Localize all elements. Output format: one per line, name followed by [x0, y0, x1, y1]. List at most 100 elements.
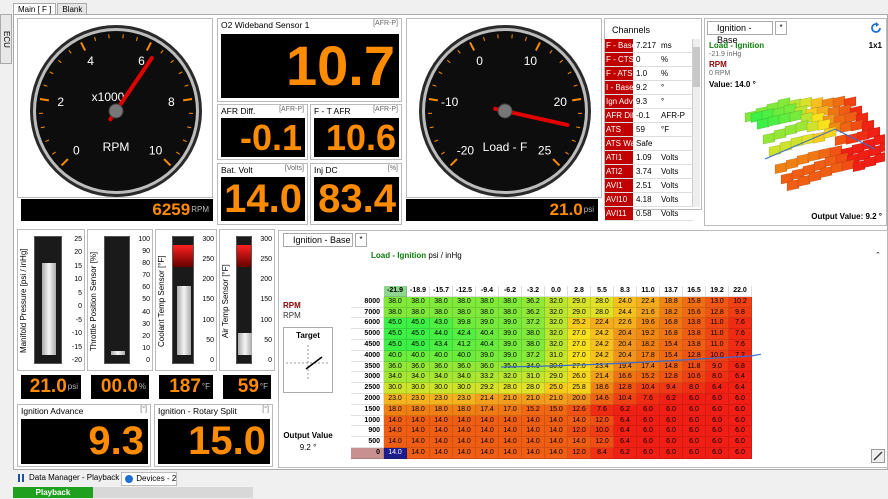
table-cell[interactable]: 11.8 — [683, 361, 706, 373]
refresh-icon[interactable] — [870, 22, 882, 34]
table-cell[interactable]: 11.0 — [706, 329, 729, 340]
table-cell[interactable]: 38.0 — [522, 340, 545, 351]
table-cell[interactable]: 9.0 — [706, 361, 729, 373]
table-cell[interactable]: 32.0 — [499, 372, 522, 384]
table-tab-menu-button[interactable]: * — [355, 233, 367, 247]
table-cell[interactable]: 14.0 — [430, 437, 453, 448]
table-cell[interactable]: 19.2 — [637, 329, 660, 340]
table-cell[interactable]: 38.0 — [407, 307, 430, 319]
table-cell[interactable]: 41.2 — [453, 340, 476, 351]
table-cell[interactable]: 31.0 — [545, 350, 568, 362]
table-cell[interactable]: 36.2 — [522, 296, 545, 308]
table-cell[interactable]: 6.0 — [637, 426, 660, 438]
tab-data-manager[interactable]: Data Manager - Playback — [15, 472, 119, 486]
table-cell[interactable]: 14.0 — [453, 448, 476, 459]
table-cell[interactable]: 40.0 — [407, 350, 430, 362]
table-cell[interactable]: 28.0 — [591, 307, 614, 319]
table-cell[interactable]: 32.0 — [545, 307, 568, 319]
channel-row[interactable]: AVI1 2.51 Volts — [605, 179, 693, 193]
table-cell[interactable]: 6.4 — [729, 372, 752, 384]
table-cell[interactable]: 6.0 — [729, 437, 752, 448]
table-cell[interactable]: 25.2 — [568, 318, 591, 330]
table-cell[interactable]: 34.0 — [384, 372, 407, 384]
table-cell[interactable]: 14.0 — [568, 415, 591, 427]
table-cell[interactable]: 24.2 — [591, 340, 614, 351]
table-cell[interactable]: 45.0 — [384, 318, 407, 330]
table-cell[interactable]: 35.0 — [499, 361, 522, 373]
table-cell[interactable]: 6.0 — [637, 437, 660, 448]
table-cell[interactable]: 18.0 — [430, 404, 453, 416]
table-cell[interactable]: 23.0 — [407, 394, 430, 405]
table-cell[interactable]: 14.0 — [545, 426, 568, 438]
table-cell[interactable]: 40.4 — [476, 329, 499, 340]
table-cell[interactable]: 16.8 — [660, 318, 683, 330]
table-cell[interactable]: 14.6 — [591, 394, 614, 405]
table-cell[interactable]: 37.2 — [522, 350, 545, 362]
channel-row[interactable]: AVI11 0.58 Volts — [605, 207, 693, 221]
table-cell[interactable]: 45.0 — [407, 329, 430, 340]
table-cell[interactable]: 45.0 — [384, 340, 407, 351]
table-cell[interactable]: 24.2 — [591, 329, 614, 340]
table-cell[interactable]: 14.0 — [499, 448, 522, 459]
table-cell[interactable]: 34.0 — [407, 372, 430, 384]
channel-row[interactable]: F - CTS 0% — [605, 53, 693, 67]
table-cell[interactable]: 32.0 — [545, 340, 568, 351]
table-cell[interactable]: 6.4 — [614, 437, 637, 448]
table-cell[interactable]: 6.0 — [729, 404, 752, 416]
table-cell[interactable]: 22.6 — [614, 318, 637, 330]
table-cell[interactable]: 14.0 — [522, 426, 545, 438]
table-cell[interactable]: 39.0 — [499, 318, 522, 330]
table-cell[interactable]: 32.0 — [545, 329, 568, 340]
table-cell[interactable]: 6.0 — [637, 448, 660, 459]
table-cell[interactable]: 12.0 — [591, 437, 614, 448]
table-cell[interactable]: 40.0 — [384, 350, 407, 362]
table-cell[interactable]: 16.6 — [614, 372, 637, 384]
table-cell[interactable]: 34.0 — [522, 361, 545, 373]
table-cell[interactable]: 18.0 — [407, 404, 430, 416]
table-cell[interactable]: 9.4 — [660, 383, 683, 394]
tab-devices[interactable]: Devices - 2 — [121, 472, 178, 486]
table-cell[interactable]: 6.0 — [683, 404, 706, 416]
table-cell[interactable]: 30.0 — [430, 383, 453, 394]
table-cell[interactable]: 14.0 — [545, 437, 568, 448]
table-cell[interactable]: 6.2 — [660, 394, 683, 405]
table-cell[interactable]: 6.4 — [729, 383, 752, 394]
table-cell[interactable]: 14.0 — [568, 437, 591, 448]
table-cell[interactable]: 8.4 — [591, 448, 614, 459]
table-cell[interactable]: 6.0 — [660, 448, 683, 459]
tab-ign-base-table[interactable]: Ignition - Base — [283, 233, 353, 247]
table-cell[interactable]: 36.0 — [453, 361, 476, 373]
table-cell[interactable]: 14.0 — [453, 437, 476, 448]
table-cell[interactable]: 14.0 — [384, 415, 407, 427]
table-cell[interactable]: 31.0 — [522, 372, 545, 384]
table-cell[interactable]: 39.0 — [476, 318, 499, 330]
table-cell[interactable]: 6.0 — [660, 437, 683, 448]
table-cell[interactable]: 12.0 — [568, 448, 591, 459]
table-cell[interactable]: 12.8 — [614, 383, 637, 394]
table-cell[interactable]: 38.0 — [499, 296, 522, 308]
table-cell[interactable]: 23.4 — [591, 361, 614, 373]
table-cell[interactable]: 6.4 — [614, 415, 637, 427]
table-cell[interactable]: 11.0 — [706, 318, 729, 330]
table-cell[interactable]: 38.0 — [430, 307, 453, 319]
channel-row[interactable]: ATI2 3.74 Volts — [605, 165, 693, 179]
channel-row[interactable]: Ign Adv 9.3 ° — [605, 95, 693, 109]
table-cell[interactable]: 6.0 — [660, 426, 683, 438]
table-cell[interactable]: 6.0 — [706, 394, 729, 405]
table-cell[interactable]: 14.0 — [407, 448, 430, 459]
table-cell[interactable]: 15.4 — [660, 350, 683, 362]
table-cell[interactable]: 14.0 — [407, 437, 430, 448]
table-cell[interactable]: 29.0 — [568, 307, 591, 319]
table-cell[interactable]: 20.4 — [614, 350, 637, 362]
table-cell[interactable]: 6.0 — [683, 426, 706, 438]
channel-row[interactable]: F - Base7.217 ms — [605, 39, 693, 53]
table-cell[interactable]: 11.0 — [706, 340, 729, 351]
table-cell[interactable]: 6.4 — [706, 383, 729, 394]
table-cell[interactable]: 17.4 — [637, 361, 660, 373]
table-cell[interactable]: 6.0 — [683, 415, 706, 427]
table-cell[interactable]: 10.0 — [591, 426, 614, 438]
table-cell[interactable]: 12.6 — [568, 404, 591, 416]
table-cell[interactable]: 14.0 — [499, 415, 522, 427]
table-cell[interactable]: 38.0 — [453, 296, 476, 308]
table-cell[interactable]: 15.2 — [522, 404, 545, 416]
